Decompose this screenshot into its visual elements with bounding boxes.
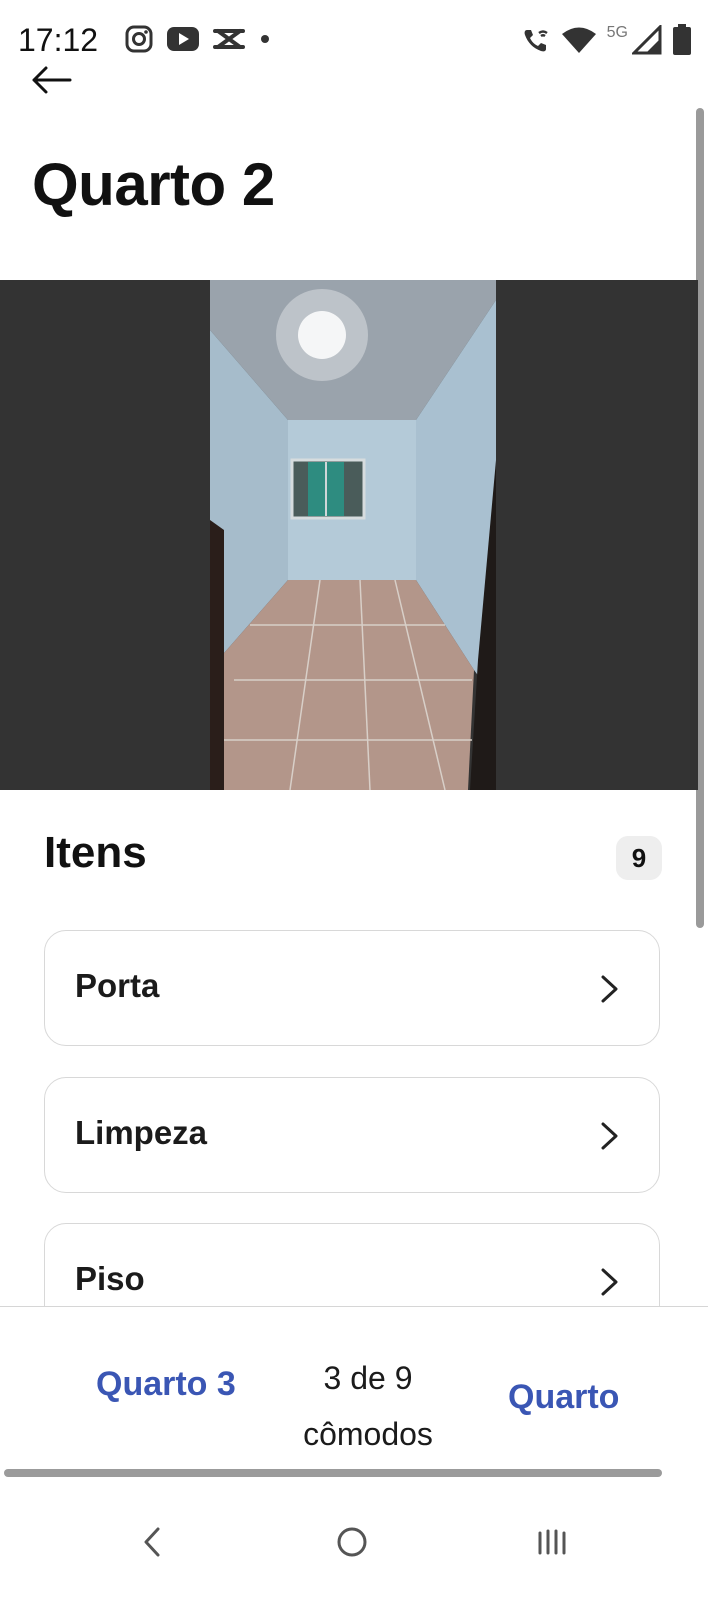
- network-type-label: 5G: [606, 24, 628, 41]
- chevron-right-icon: [601, 1268, 618, 1296]
- wifi-icon: [561, 27, 596, 53]
- home-nav-icon: [337, 1527, 367, 1557]
- item-card-porta[interactable]: Porta: [44, 930, 660, 1046]
- system-recents-button[interactable]: [522, 1512, 582, 1572]
- page-title: Quarto 2: [32, 151, 275, 218]
- system-back-button[interactable]: [122, 1512, 182, 1572]
- item-label: Piso: [75, 1260, 145, 1297]
- battery-icon: [673, 24, 691, 55]
- back-arrow-icon: [32, 66, 72, 94]
- system-navigation-bar: [0, 1490, 720, 1600]
- capcut-icon: [213, 29, 245, 49]
- room-photo: [210, 280, 496, 790]
- room-counter-line2: cômodos: [303, 1416, 433, 1452]
- items-count-badge: 9: [616, 836, 662, 880]
- chevron-right-icon: [601, 975, 618, 1003]
- recents-nav-icon: [538, 1529, 566, 1555]
- item-label: Porta: [75, 967, 160, 1004]
- room-counter: 3 de 9 cômodos: [272, 1350, 464, 1462]
- item-label: Limpeza: [75, 1114, 208, 1151]
- room-photo-container[interactable]: [0, 280, 698, 790]
- status-bar: 17:12 5G: [0, 0, 720, 80]
- instagram-icon: [125, 25, 153, 53]
- cell-signal-icon: [632, 25, 662, 55]
- back-button[interactable]: [26, 60, 76, 100]
- wifi-call-icon: [524, 30, 548, 52]
- horizontal-scroll-indicator: [4, 1469, 662, 1477]
- system-home-button[interactable]: [322, 1512, 382, 1572]
- youtube-icon: [167, 27, 199, 51]
- chevron-right-icon: [601, 1122, 618, 1150]
- next-room-button[interactable]: Quarto: [508, 1378, 619, 1417]
- items-heading: Itens: [44, 828, 147, 877]
- back-nav-icon: [144, 1527, 160, 1557]
- notification-icons: [124, 24, 272, 54]
- previous-room-button[interactable]: Quarto 3: [96, 1365, 236, 1404]
- room-counter-line1: 3 de 9: [323, 1360, 413, 1396]
- system-icons: 5G: [521, 24, 692, 56]
- notification-dot-icon: [261, 35, 269, 43]
- status-time: 17:12: [18, 22, 99, 58]
- item-card-limpeza[interactable]: Limpeza: [44, 1077, 660, 1193]
